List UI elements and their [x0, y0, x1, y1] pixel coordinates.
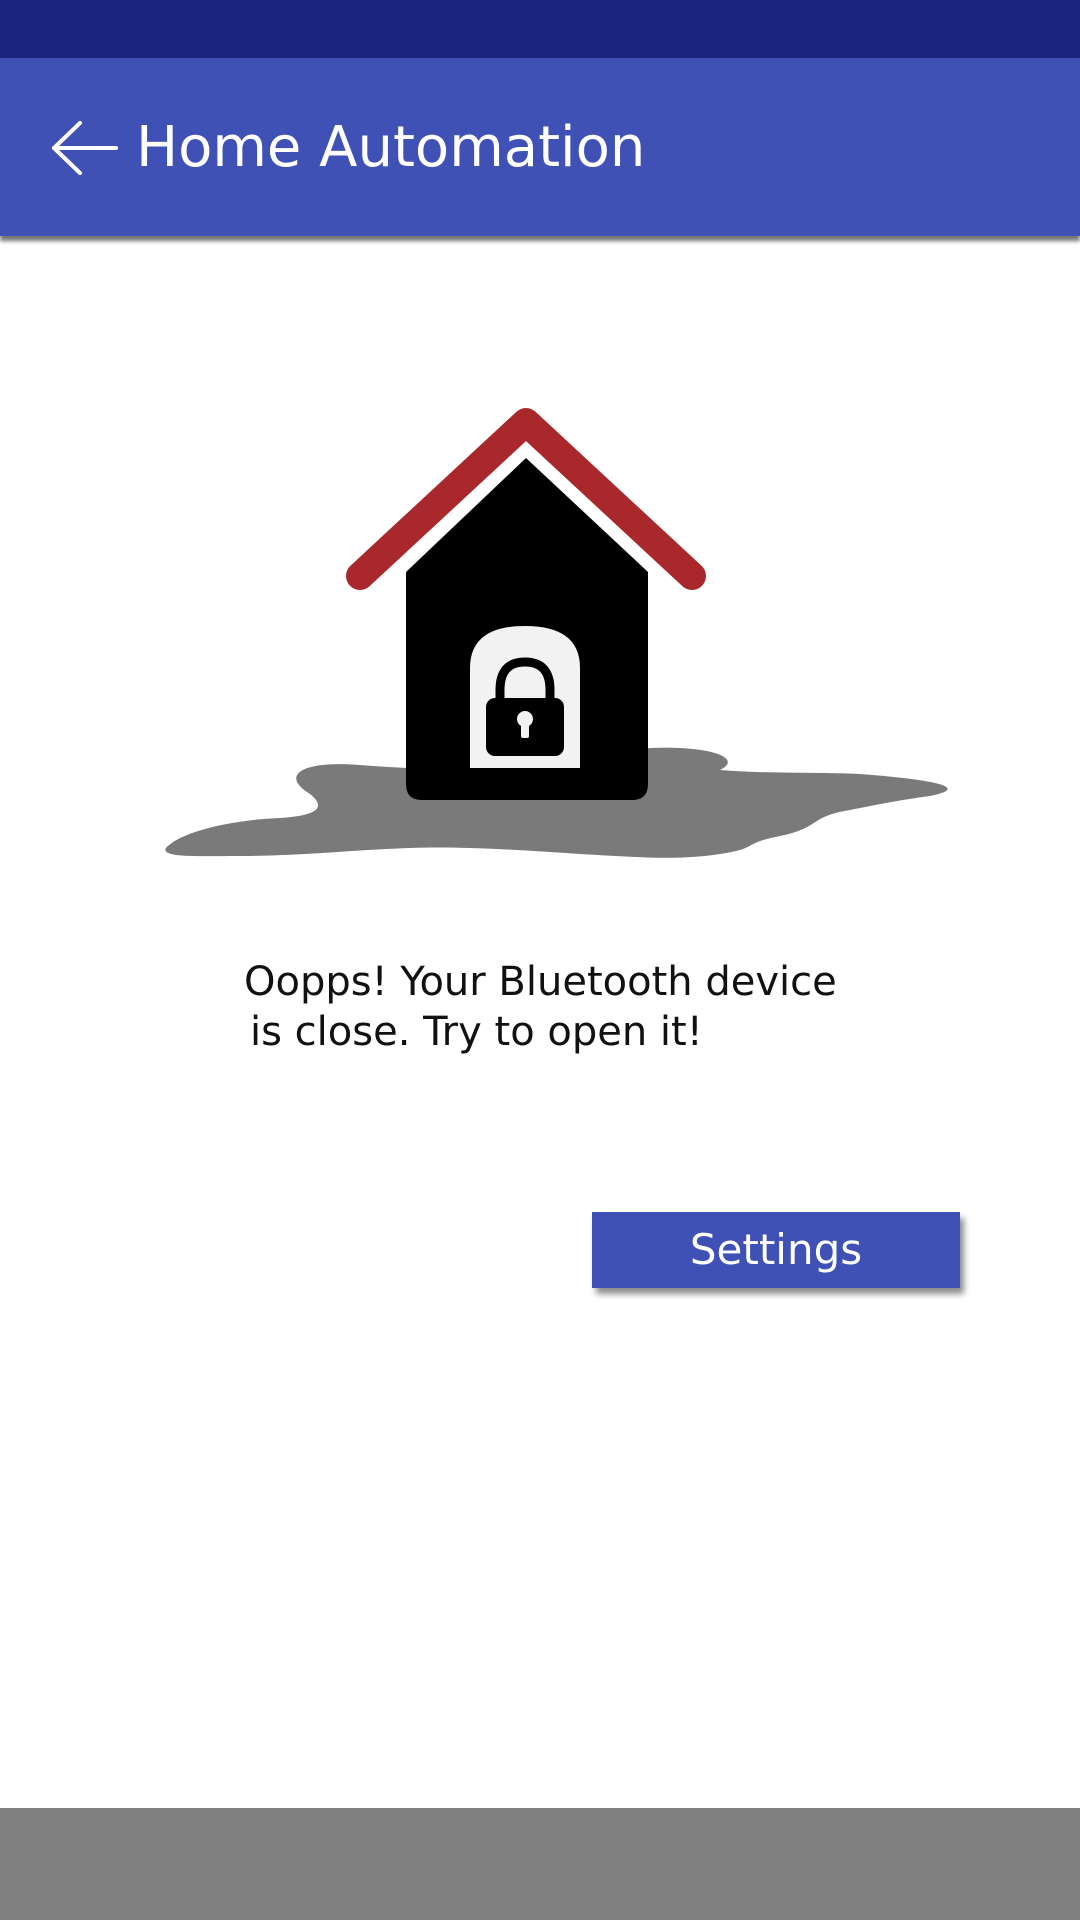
- settings-button[interactable]: Settings: [592, 1212, 960, 1288]
- locked-house-icon: [165, 408, 948, 858]
- message-line-1: Oopps! Your Bluetooth device: [244, 959, 837, 1005]
- page-title: Home Automation: [136, 115, 646, 180]
- navigation-bar: [0, 1808, 1080, 1920]
- message-line-2: is close. Try to open it!: [250, 1009, 703, 1055]
- bluetooth-error-message: Oopps! Your Bluetooth device is close. T…: [244, 957, 944, 1057]
- back-button[interactable]: [50, 120, 120, 176]
- locked-house-illustration: [160, 400, 960, 880]
- arrow-back-icon: [52, 121, 118, 175]
- app-bar: Home Automation: [0, 58, 1080, 236]
- status-bar: [0, 0, 1080, 58]
